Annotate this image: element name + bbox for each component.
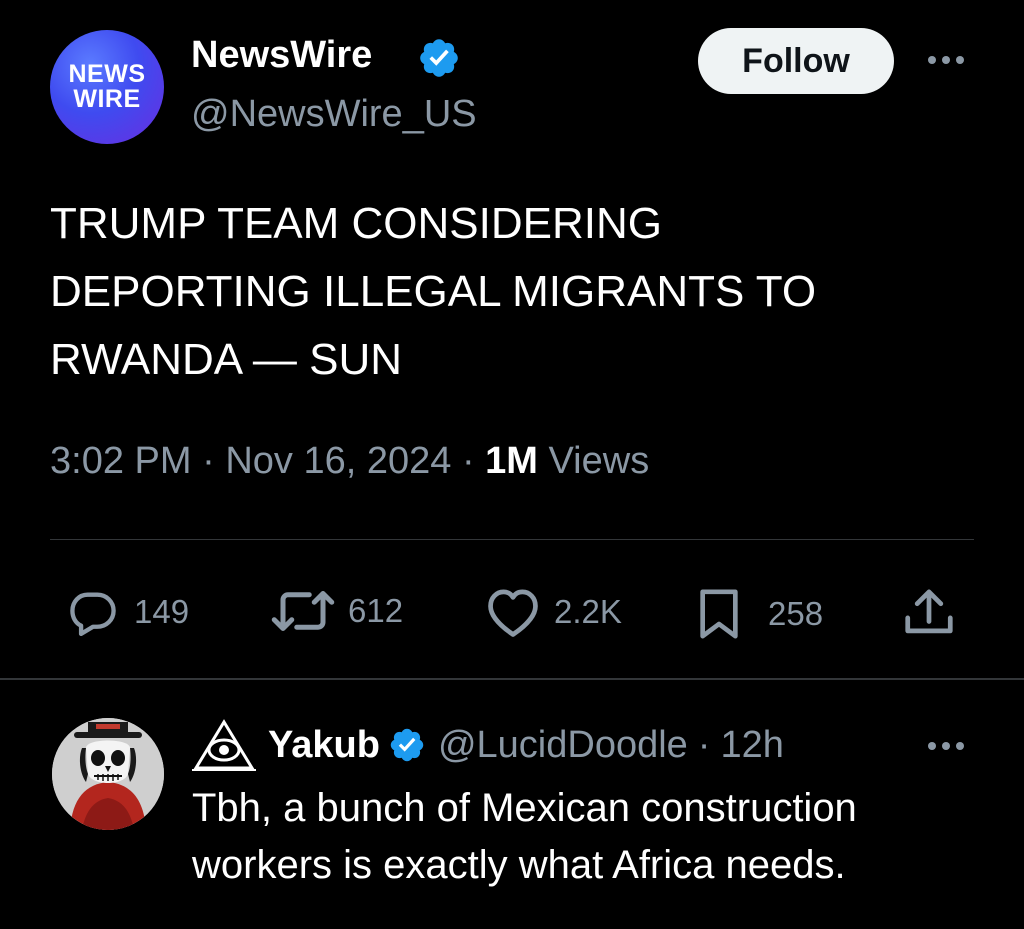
meta-separator: ·: [697, 723, 711, 766]
newswire-avatar[interactable]: NEWS WIRE: [50, 30, 164, 144]
share-icon: [905, 589, 953, 634]
reply-age[interactable]: 12h: [720, 724, 783, 767]
meta-separator: ·: [461, 440, 475, 482]
views-count: 1M: [485, 440, 538, 482]
post-meta: 3:02 PM · Nov 16, 2024 · 1M Views: [50, 440, 649, 483]
bookmark-button[interactable]: 258: [694, 586, 823, 642]
author-handle[interactable]: @NewsWire_US: [191, 93, 477, 136]
more-icon[interactable]: [922, 736, 970, 756]
post-text: TRUMP TEAM CONSIDERING DEPORTING ILLEGAL…: [50, 199, 817, 384]
share-button[interactable]: [900, 586, 958, 638]
more-icon[interactable]: [922, 50, 970, 70]
illuminati-eye-icon: [192, 719, 256, 771]
divider: [0, 678, 1024, 680]
reply-display-name[interactable]: Yakub: [268, 724, 380, 767]
reply-count: 149: [134, 593, 190, 630]
like-button[interactable]: 2.2K: [484, 586, 622, 638]
reply-avatar[interactable]: [52, 718, 164, 830]
reply-button[interactable]: 149: [64, 586, 189, 638]
reply-icon: [70, 592, 116, 637]
repost-count: 612: [348, 592, 404, 629]
author-display-name[interactable]: NewsWire: [191, 34, 372, 77]
verified-badge-icon: [420, 39, 458, 77]
divider: [50, 539, 974, 540]
avatar-text-line2: WIRE: [73, 85, 141, 113]
repost-icon: [271, 591, 335, 631]
follow-button[interactable]: Follow: [698, 28, 894, 94]
reply-header: Yakub @LucidDoodle · 12h: [192, 718, 784, 772]
post-time[interactable]: 3:02 PM: [50, 440, 192, 482]
like-count: 2.2K: [554, 593, 622, 630]
bookmark-icon: [700, 589, 738, 639]
like-icon: [488, 589, 538, 637]
meta-separator: ·: [202, 440, 215, 482]
verified-badge-icon: [390, 728, 424, 762]
repost-button[interactable]: 612: [270, 586, 403, 636]
avatar-text-line1: NEWS: [68, 60, 146, 88]
reply-handle[interactable]: @LucidDoodle: [438, 724, 688, 767]
views-label: Views: [548, 440, 650, 482]
bookmark-count: 258: [768, 595, 824, 632]
skull-avatar-image: [52, 718, 164, 830]
post-date[interactable]: Nov 16, 2024: [225, 440, 451, 482]
reply-text: Tbh, a bunch of Mexican construction wor…: [192, 786, 857, 887]
